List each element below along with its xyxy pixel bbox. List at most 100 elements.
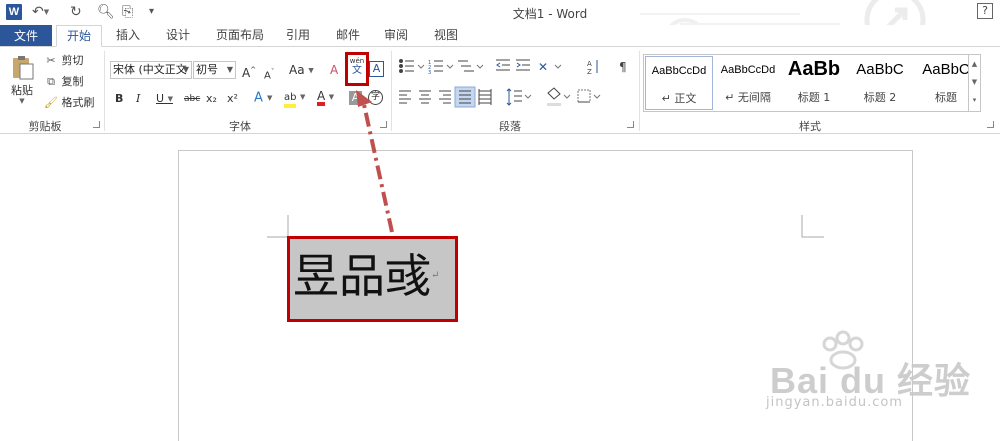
numbering-icon[interactable]: 123 — [428, 60, 443, 76]
strikethrough-button[interactable]: abc — [184, 91, 200, 107]
multilevel-list-icon[interactable] — [458, 60, 474, 72]
tab-page-layout[interactable]: 页面布局 — [210, 25, 270, 47]
tab-design[interactable]: 设计 — [160, 25, 196, 47]
tab-file[interactable]: 文件 — [0, 25, 52, 47]
svg-text:A: A — [587, 60, 592, 68]
style-heading-1[interactable]: AaBb 标题 1 — [780, 56, 848, 110]
tab-home[interactable]: 开始 — [56, 25, 102, 47]
style-name: ↵ 无间隔 — [725, 91, 771, 104]
style-heading-2[interactable]: AaBbC 标题 2 — [846, 56, 914, 110]
group-divider — [639, 51, 640, 131]
paste-icon — [13, 56, 34, 80]
align-center-icon[interactable] — [419, 90, 431, 104]
svg-text:Z: Z — [587, 68, 592, 76]
change-case-icon: Aa — [289, 63, 305, 77]
character-shading-button[interactable]: A — [349, 91, 362, 105]
bold-button[interactable]: B — [115, 91, 123, 107]
style-name: 标题 2 — [863, 91, 897, 104]
paragraph-controls: 123 ✕ AZ ¶ — [399, 59, 627, 108]
style-normal[interactable]: AaBbCcDd ↵ 正文 — [645, 56, 713, 110]
tab-review[interactable]: 审阅 — [378, 25, 414, 47]
enclose-characters-button[interactable]: 字 — [368, 90, 383, 105]
watermark-url: jingyan.baidu.com — [766, 395, 903, 410]
chinese-layout-icon[interactable]: ✕ — [538, 60, 562, 74]
subscript-button[interactable]: x₂ — [206, 91, 217, 107]
format-painter-button[interactable]: 🖌︎ 格式刷 — [44, 95, 95, 111]
margin-corner-mark — [801, 215, 824, 238]
distributed-icon[interactable] — [478, 89, 492, 105]
underline-icon: U — [156, 92, 165, 105]
copy-button[interactable]: ⧉ 复制 — [44, 74, 84, 90]
copy-label: 复制 — [61, 75, 84, 88]
scissors-icon: ✂ — [46, 54, 56, 67]
show-marks-icon[interactable]: ¶ — [619, 60, 627, 74]
paragraph-launcher-icon[interactable] — [627, 121, 634, 128]
bullets-icon[interactable] — [399, 59, 415, 73]
font-family-combo[interactable]: 宋体 (中文正文 ▼ — [110, 61, 192, 79]
ribbon-tabs: 文件 开始 插入 设计 页面布局 引用 邮件 审阅 视图 — [0, 25, 1000, 47]
tab-references[interactable]: 引用 — [280, 25, 316, 47]
align-left-icon[interactable] — [399, 90, 411, 104]
borders-icon[interactable] — [577, 89, 601, 103]
margin-corner-mark — [267, 215, 289, 238]
tab-view[interactable]: 视图 — [428, 25, 464, 47]
group-divider — [391, 51, 392, 131]
italic-button[interactable]: I — [136, 91, 140, 107]
text-effects-button[interactable]: A ▼ — [254, 90, 272, 107]
shrink-font-icon: A — [264, 70, 271, 82]
tab-insert[interactable]: 插入 — [110, 25, 146, 47]
highlight-box — [287, 236, 458, 322]
style-sample: AaBbCcDd — [720, 64, 776, 76]
tab-mailings[interactable]: 邮件 — [330, 25, 366, 47]
font-size-value: 初号 — [196, 63, 218, 76]
font-group-label: 字体 — [229, 120, 251, 133]
clipboard-launcher-icon[interactable] — [93, 121, 100, 128]
justify-selected-bg — [454, 86, 476, 108]
styles-gallery: AaBbCcDd ↵ 正文 AaBbCcDd ↵ 无间隔 AaBb 标题 1 A… — [643, 54, 981, 112]
style-no-spacing[interactable]: AaBbCcDd ↵ 无间隔 — [714, 56, 782, 110]
format-painter-label: 格式刷 — [61, 96, 95, 109]
ribbon: 粘贴 ▼ ✂ 剪切 ⧉ 复制 🖌︎ 格式刷 剪贴板 宋体 (中文正文 ▼ 初号 ▼ … — [0, 46, 1000, 134]
grow-font-icon: A — [242, 66, 251, 80]
svg-text:3: 3 — [428, 70, 431, 76]
paste-label: 粘贴 — [11, 84, 33, 97]
highlighter-icon: ab — [284, 92, 297, 108]
increase-indent-icon[interactable] — [516, 59, 530, 71]
shading-icon[interactable] — [547, 87, 571, 106]
superscript-button[interactable]: x² — [227, 91, 238, 107]
grow-font-button[interactable]: A^ — [242, 62, 256, 81]
cut-label: 剪切 — [61, 54, 84, 67]
paste-button[interactable]: 粘贴 ▼ — [7, 54, 37, 105]
font-color-icon: A — [317, 90, 326, 106]
font-color-button[interactable]: A ▼ — [317, 89, 334, 106]
shrink-font-button[interactable]: Aˇ — [264, 64, 274, 84]
style-sample: AaBbCcDd — [651, 65, 707, 77]
underline-button[interactable]: U ▼ — [156, 91, 173, 107]
chevron-down-icon: ▼ — [182, 65, 189, 74]
cut-button[interactable]: ✂ 剪切 — [44, 53, 84, 69]
styles-launcher-icon[interactable] — [987, 121, 994, 128]
highlight-button[interactable]: ab ▼ — [284, 89, 305, 108]
clear-formatting-button[interactable]: A — [330, 62, 338, 79]
copy-icon: ⧉ — [47, 75, 55, 88]
font-launcher-icon[interactable] — [380, 121, 387, 128]
chevron-down-icon: ▼ — [226, 65, 233, 74]
paragraph-group-label: 段落 — [499, 120, 521, 133]
sort-icon[interactable]: AZ — [587, 60, 598, 76]
font-size-combo[interactable]: 初号 ▼ — [193, 61, 236, 79]
decrease-indent-icon[interactable] — [496, 59, 510, 71]
paintbrush-icon: 🖌︎ — [44, 96, 58, 109]
align-right-icon[interactable] — [439, 90, 451, 104]
style-sample: AaBbC — [856, 61, 904, 78]
style-sample: AaBb — [787, 58, 841, 80]
line-spacing-icon[interactable] — [506, 88, 532, 106]
group-divider — [104, 51, 105, 131]
eraser-icon: A — [330, 63, 339, 77]
text-effects-icon: A — [254, 90, 263, 106]
change-case-button[interactable]: Aa ▼ — [289, 62, 314, 79]
phonetic-guide-highlight — [345, 52, 369, 86]
svg-text:¶: ¶ — [619, 60, 627, 74]
gallery-scrollbar[interactable]: ▲ ▼ ▾ — [968, 55, 980, 111]
styles-group-label: 样式 — [799, 120, 821, 133]
character-border-button[interactable]: A — [369, 61, 384, 77]
